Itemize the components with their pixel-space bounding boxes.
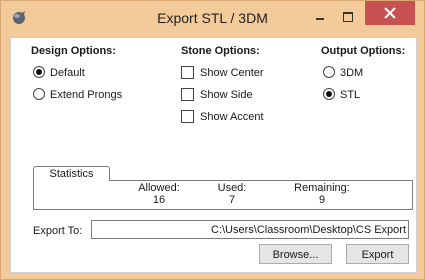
radio-indicator-checked[interactable] [33, 66, 45, 79]
close-icon [384, 7, 396, 19]
stat-used-label: Used: [217, 182, 247, 194]
checkbox-show-side-label: Show Side [200, 89, 253, 101]
radio-3dm-label: 3DM [340, 67, 364, 79]
checkbox-indicator[interactable] [181, 109, 194, 123]
checkbox-show-side[interactable]: Show Side [181, 87, 253, 101]
design-options-title: Design Options: [31, 45, 116, 57]
checkbox-show-center[interactable]: Show Center [181, 65, 264, 79]
stat-used-value: 7 [228, 194, 236, 206]
stat-allowed-label: Allowed: [138, 182, 180, 194]
output-options-title: Output Options: [321, 45, 406, 57]
radio-default[interactable]: Default [33, 66, 85, 79]
checkbox-show-center-label: Show Center [200, 67, 264, 79]
close-button[interactable] [365, 1, 415, 25]
radio-3dm[interactable]: 3DM [323, 66, 364, 79]
window-title: Export STL / 3DM [157, 10, 268, 26]
minimize-button[interactable] [309, 7, 331, 27]
checkbox-show-accent[interactable]: Show Accent [181, 109, 264, 123]
statistics-tab[interactable]: Statistics [33, 166, 110, 181]
radio-extend-prongs[interactable]: Extend Prongs [33, 88, 123, 101]
export-dialog-window: Export STL / 3DM Design Options: Default… [0, 0, 425, 280]
radio-indicator-checked[interactable] [323, 88, 335, 101]
title-bar[interactable]: Export STL / 3DM [1, 1, 424, 37]
stat-allowed: Allowed: 16 [124, 182, 194, 206]
stat-used: Used: 7 [202, 182, 262, 206]
stat-remaining-label: Remaining: [294, 182, 350, 194]
checkbox-show-accent-label: Show Accent [200, 111, 264, 123]
export-to-label: Export To: [33, 225, 83, 237]
radio-default-label: Default [50, 67, 85, 79]
radio-stl[interactable]: STL [323, 88, 361, 101]
maximize-button[interactable] [337, 7, 359, 27]
radio-indicator[interactable] [33, 88, 45, 101]
browse-button[interactable]: Browse... [259, 244, 332, 264]
radio-extend-prongs-label: Extend Prongs [50, 89, 123, 101]
dialog-body: Design Options: Default Extend Prongs St… [10, 37, 417, 273]
checkbox-indicator[interactable] [181, 65, 194, 79]
export-button[interactable]: Export [346, 244, 409, 264]
stat-remaining: Remaining: 9 [282, 182, 362, 206]
statistics-panel: Allowed: 16 Used: 7 Remaining: 9 [33, 180, 413, 210]
stone-options-title: Stone Options: [181, 45, 260, 57]
export-path-field[interactable]: C:\Users\Classroom\Desktop\CS Export [91, 220, 409, 239]
radio-stl-label: STL [340, 89, 361, 101]
checkbox-indicator[interactable] [181, 87, 194, 101]
radio-indicator[interactable] [323, 66, 335, 79]
stat-remaining-value: 9 [318, 194, 326, 206]
stat-allowed-value: 16 [152, 194, 166, 206]
